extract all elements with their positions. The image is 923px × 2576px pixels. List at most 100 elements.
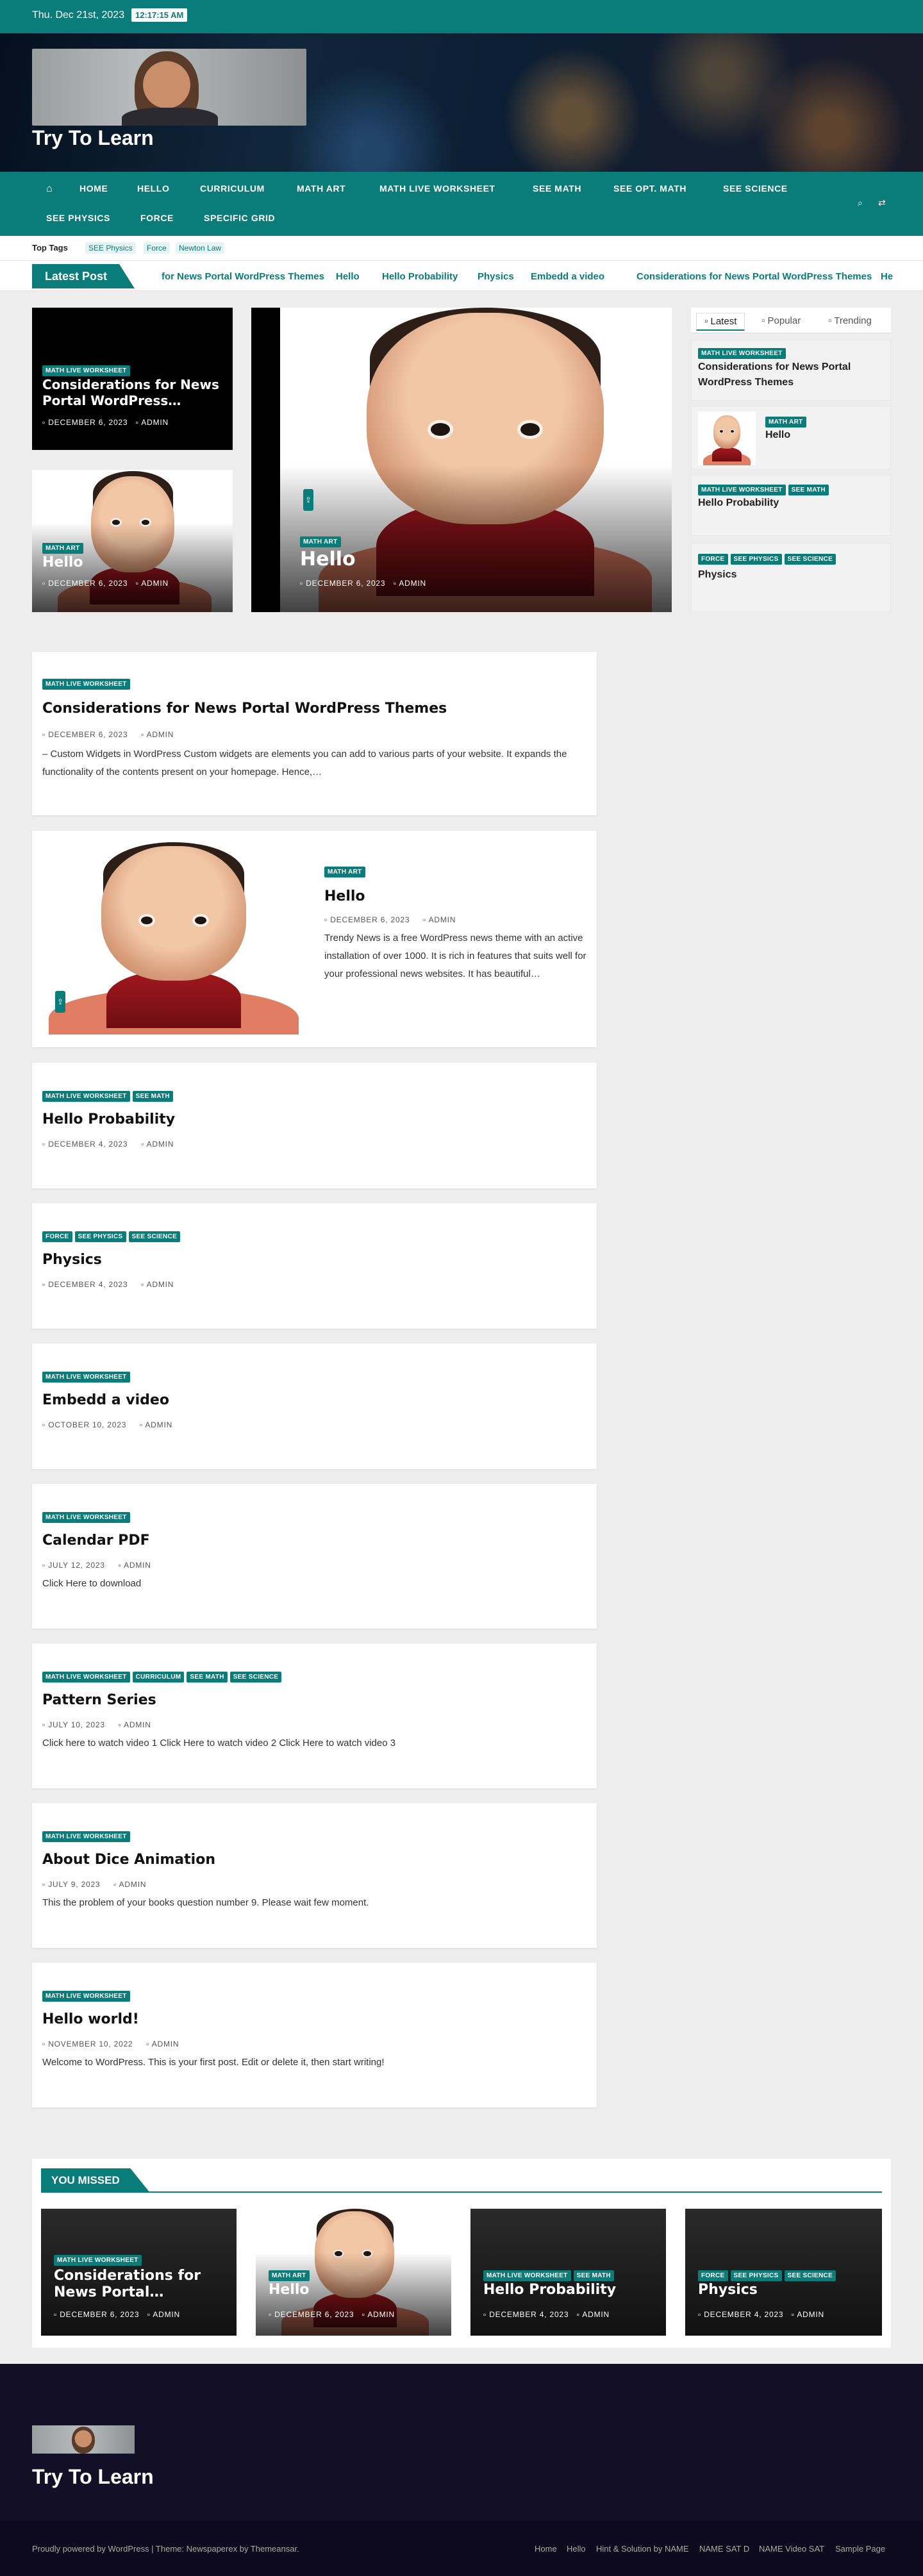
- footer-link-name-video-sat[interactable]: NAME Video SAT: [759, 2544, 824, 2554]
- post-author[interactable]: ADMIN: [141, 418, 169, 427]
- category-badge[interactable]: SEE MATH: [132, 1091, 173, 1102]
- category-badge[interactable]: MATH ART: [300, 536, 341, 547]
- search-icon[interactable]: ⌕: [858, 197, 863, 208]
- post-title[interactable]: Pattern Series: [42, 1692, 156, 1708]
- post-author[interactable]: ADMIN: [147, 730, 174, 739]
- post-title[interactable]: Physics: [698, 569, 736, 581]
- ticker-item[interactable]: Physics: [478, 271, 514, 282]
- post-date[interactable]: DECEMBER 6, 2023: [330, 915, 410, 924]
- post-author[interactable]: ADMIN: [145, 1420, 172, 1429]
- nav-item-see-opt-math[interactable]: SEE OPT. MATH: [613, 183, 686, 194]
- nav-item-hello[interactable]: HELLO: [137, 183, 169, 194]
- post-date[interactable]: JULY 10, 2023: [48, 1720, 105, 1729]
- post-title[interactable]: About Dice Animation: [42, 1852, 215, 1868]
- post-author[interactable]: ADMIN: [582, 2310, 610, 2319]
- post-title[interactable]: Hello: [765, 429, 790, 441]
- category-badge[interactable]: MATH LIVE WORKSHEET: [42, 1091, 130, 1102]
- post-date[interactable]: JULY 12, 2023: [48, 1561, 105, 1570]
- post-author[interactable]: ADMIN: [367, 2310, 395, 2319]
- nav-item-math-live-worksheet[interactable]: MATH LIVE WORKSHEET: [379, 183, 495, 194]
- post-title[interactable]: Hello Probability: [42, 1111, 175, 1127]
- post-author[interactable]: ADMIN: [153, 2310, 180, 2319]
- footer-link-sample-page[interactable]: Sample Page: [835, 2544, 885, 2554]
- sidebar-post[interactable]: MATH LIVE WORKSHEET SEE MATH Hello Probab…: [691, 475, 891, 536]
- featured-main-card[interactable]: ⇪ MATH ART Hello ▫ DECEMBER 6, 2023 ▫ AD…: [251, 308, 672, 612]
- category-badge[interactable]: MATH ART: [42, 543, 83, 554]
- post-author[interactable]: ADMIN: [119, 1880, 147, 1889]
- tag-newton-law[interactable]: Newton Law: [176, 242, 225, 254]
- footer-logo-image[interactable]: [32, 2425, 135, 2454]
- category-badge[interactable]: SEE PHYSICS: [74, 1231, 126, 1242]
- post-author[interactable]: ADMIN: [124, 1561, 151, 1570]
- post-title[interactable]: Hello Probability: [483, 2282, 616, 2298]
- category-badge[interactable]: SEE PHYSICS: [730, 2270, 782, 2281]
- post-title[interactable]: Hello Probability: [698, 497, 779, 509]
- post-date[interactable]: DECEMBER 6, 2023: [306, 579, 385, 588]
- nav-item-curriculum[interactable]: CURRICULUM: [200, 183, 265, 194]
- category-badge[interactable]: MATH LIVE WORKSHEET: [42, 1512, 130, 1523]
- site-title[interactable]: Try To Learn: [32, 126, 154, 150]
- sidebar-post[interactable]: MATH ART Hello: [691, 406, 891, 470]
- footer-site-title[interactable]: Try To Learn: [32, 2465, 154, 2489]
- ticker-item[interactable]: Considerations for News Portal WordPress…: [636, 271, 872, 282]
- post-author[interactable]: ADMIN: [147, 1140, 174, 1149]
- post-date[interactable]: JULY 9, 2023: [48, 1880, 100, 1889]
- post-title[interactable]: Physics: [42, 1252, 102, 1268]
- post-date[interactable]: DECEMBER 6, 2023: [48, 730, 128, 739]
- tag-see-physics[interactable]: SEE Physics: [85, 242, 136, 254]
- post-title[interactable]: Hello: [269, 2282, 310, 2298]
- post-title[interactable]: Embedd a video: [42, 1392, 169, 1408]
- post-title[interactable]: Considerations for News Portal…: [54, 2268, 227, 2301]
- tab-latest[interactable]: ▫ Latest: [696, 313, 745, 331]
- ticker-item[interactable]: Embedd a video: [531, 271, 604, 282]
- tab-trending[interactable]: ▫ Trending: [828, 315, 872, 326]
- category-badge[interactable]: SEE MATH: [573, 2270, 614, 2281]
- footer-link-name-sat-d[interactable]: NAME SAT D: [699, 2544, 749, 2554]
- ticker-item[interactable]: for News Portal WordPress Themes: [162, 271, 324, 282]
- nav-item-specific-grid[interactable]: SPECIFIC GRID: [204, 213, 275, 223]
- missed-card[interactable]: FORCE SEE PHYSICS SEE SCIENCE Physics ▫ DE…: [685, 2209, 882, 2336]
- category-badge[interactable]: SEE MATH: [187, 1672, 228, 1683]
- shuffle-icon[interactable]: ⇄: [878, 197, 886, 208]
- category-badge[interactable]: FORCE: [698, 554, 728, 565]
- post-date[interactable]: DECEMBER 4, 2023: [489, 2310, 569, 2319]
- category-badge[interactable]: MATH ART: [269, 2270, 310, 2281]
- category-badge[interactable]: CURRICULUM: [132, 1672, 185, 1683]
- category-badge[interactable]: MATH LIVE WORKSHEET: [42, 1991, 130, 2002]
- nav-item-math-art[interactable]: MATH ART: [297, 183, 345, 194]
- post-date[interactable]: DECEMBER 6, 2023: [48, 579, 128, 588]
- tab-popular[interactable]: ▫ Popular: [761, 315, 801, 326]
- post-title[interactable]: Considerations for News Portal WordPress…: [42, 377, 228, 409]
- category-badge[interactable]: SEE SCIENCE: [229, 1672, 282, 1683]
- footer-credit[interactable]: Proudly powered by WordPress | Theme: Ne…: [32, 2544, 299, 2554]
- missed-card[interactable]: MATH ART Hello ▫ DECEMBER 6, 2023 ▫ ADMI…: [256, 2209, 451, 2336]
- tag-force[interactable]: Force: [144, 242, 170, 254]
- share-icon[interactable]: ⇪: [303, 489, 313, 511]
- post-date[interactable]: OCTOBER 10, 2023: [48, 1420, 126, 1429]
- post-title[interactable]: Hello: [42, 554, 83, 570]
- post-date[interactable]: NOVEMBER 10, 2022: [48, 2040, 133, 2048]
- post-date[interactable]: DECEMBER 4, 2023: [48, 1280, 128, 1289]
- post-image[interactable]: [42, 842, 305, 1035]
- category-badge[interactable]: FORCE: [42, 1231, 72, 1242]
- post-author[interactable]: ADMIN: [399, 579, 426, 588]
- category-badge[interactable]: FORCE: [698, 2270, 728, 2281]
- post-title[interactable]: Hello world!: [42, 2011, 139, 2027]
- post-author[interactable]: ADMIN: [429, 915, 456, 924]
- share-icon[interactable]: ⇪: [55, 991, 65, 1013]
- missed-card[interactable]: MATH LIVE WORKSHEET SEE MATH Hello Probab…: [470, 2209, 666, 2336]
- sidebar-post[interactable]: MATH LIVE WORKSHEET Considerations for N…: [691, 340, 891, 401]
- category-badge[interactable]: MATH LIVE WORKSHEET: [483, 2270, 571, 2281]
- nav-item-see-math[interactable]: SEE MATH: [533, 183, 581, 194]
- category-badge[interactable]: SEE SCIENCE: [784, 2270, 836, 2281]
- post-author[interactable]: ADMIN: [141, 579, 169, 588]
- category-badge[interactable]: MATH ART: [765, 417, 806, 428]
- nav-item-force[interactable]: FORCE: [140, 213, 174, 223]
- home-icon[interactable]: ⌂: [46, 183, 53, 195]
- category-badge[interactable]: MATH LIVE WORKSHEET: [42, 1831, 130, 1842]
- ticker-item[interactable]: Hello Probability: [382, 271, 458, 282]
- footer-link-hello[interactable]: Hello: [567, 2544, 586, 2554]
- header-banner-image[interactable]: [32, 49, 306, 126]
- featured-card[interactable]: MATH LIVE WORKSHEET Considerations for N…: [32, 308, 233, 450]
- category-badge[interactable]: MATH ART: [324, 867, 365, 877]
